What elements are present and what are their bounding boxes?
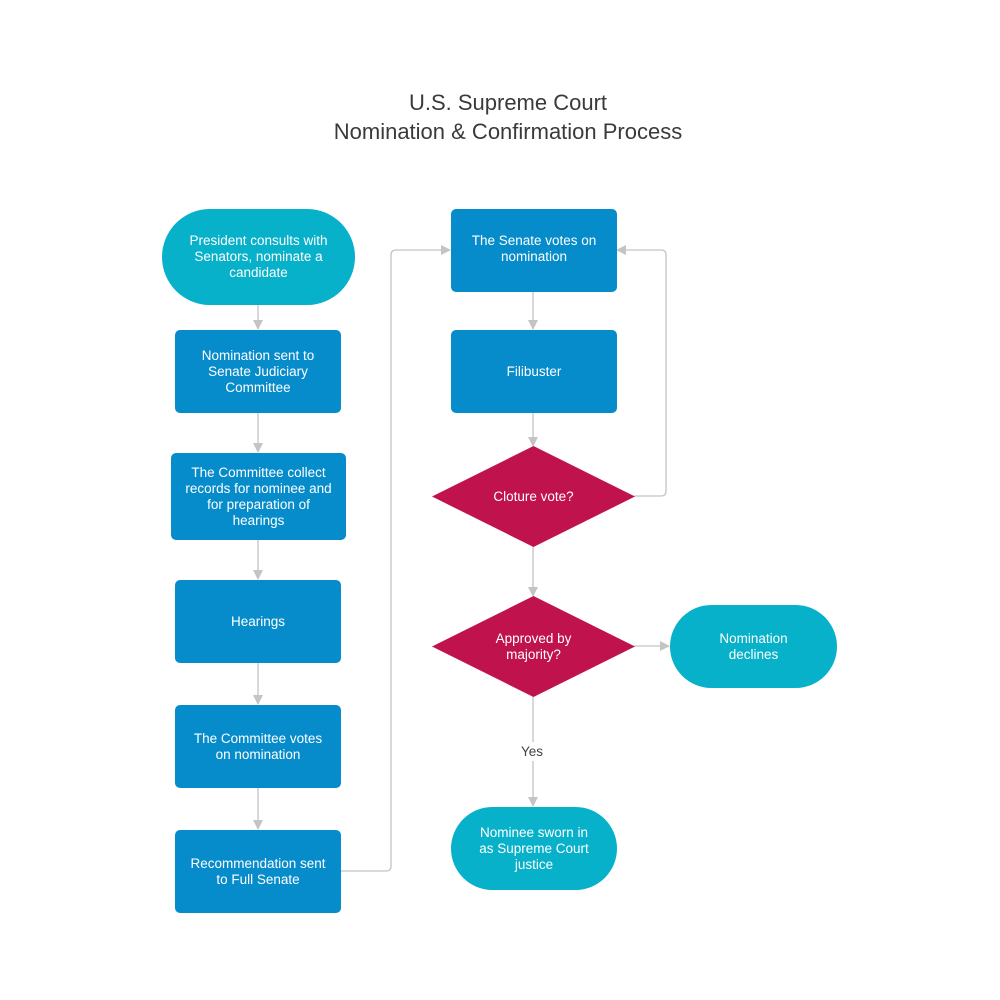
node-recommendation-sent: Recommendation sent to Full Senate (175, 830, 341, 913)
decision-approved-by-majority: Approved by majority? (432, 596, 635, 697)
node-committee-collect-records: The Committee collect records for nomine… (171, 453, 346, 540)
edge-label-yes: Yes (521, 742, 544, 761)
node-senate-votes: The Senate votes on nomination (451, 209, 617, 292)
node-hearings: Hearings (175, 580, 341, 663)
node-filibuster: Filibuster (451, 330, 617, 413)
node-nominee-sworn-in: Nominee sworn in as Supreme Court justic… (451, 807, 617, 890)
arrow-recommendation-to-senate-votes (341, 245, 451, 872)
decision-approved-label: Approved by majority? (495, 630, 572, 662)
node-committee-votes: The Committee votes on nomination (175, 705, 341, 788)
node-president-nominates: President consults with Senators, nomina… (162, 209, 355, 305)
decision-cloture-vote: Cloture vote? (432, 446, 635, 547)
decision-cloture-label: Cloture vote? (493, 488, 574, 504)
node-nomination-declines: Nomination declines (670, 605, 837, 688)
node-nomination-sent-to-committee: Nomination sent to Senate Judiciary Comm… (175, 330, 341, 413)
